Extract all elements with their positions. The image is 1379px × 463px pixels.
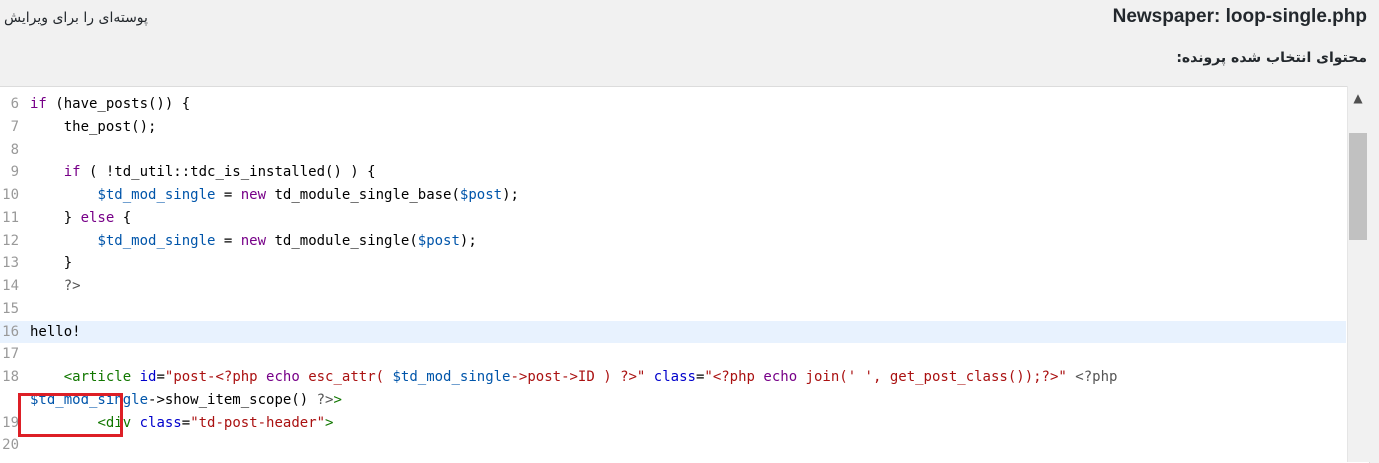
code-line[interactable]: 8 — [0, 139, 1346, 162]
code-editor[interactable]: 6 if (have_posts()) { 7 the_post(); 8 9 … — [0, 86, 1370, 463]
line-number: 8 — [10, 141, 19, 158]
code-line[interactable]: 15 — [0, 298, 1346, 321]
active-code-line[interactable]: 16 hello! — [0, 320, 1346, 344]
line-number: 17 — [2, 346, 19, 363]
line-number: 19 — [2, 414, 19, 431]
code-lines: 6 if (have_posts()) { 7 the_post(); 8 9 … — [0, 93, 1346, 457]
code-line[interactable]: 20 — [0, 434, 1346, 457]
highlight-annotation-box — [18, 393, 123, 437]
file-content-label: محتوای انتخاب شده پرونده: — [1176, 50, 1367, 66]
code-line[interactable]: 17 — [0, 343, 1346, 366]
code-line[interactable]: 6 if (have_posts()) { — [0, 93, 1346, 116]
line-text: the_post(); — [30, 118, 157, 135]
line-number: 12 — [2, 232, 19, 249]
line-text: } else { — [30, 209, 132, 226]
line-number: 6 — [10, 96, 19, 112]
code-line[interactable]: 19 <div class="td-post-header"> — [0, 412, 1346, 435]
line-text: $td_mod_single = new td_module_single($p… — [97, 232, 477, 249]
line-number: 18 — [2, 369, 19, 385]
line-text: } — [30, 255, 73, 272]
line-number: 9 — [10, 164, 19, 181]
line-text: $td_mod_single = new td_module_single_ba… — [97, 187, 519, 203]
code-line[interactable]: 9 if ( !td_util::tdc_is_installed() ) { — [0, 161, 1346, 184]
line-number: 13 — [2, 255, 19, 272]
line-number: 7 — [10, 118, 19, 135]
theme-select-label: پوسته‌ای را برای ویرایش — [4, 10, 148, 26]
line-number: 10 — [2, 187, 19, 203]
code-line[interactable]: 18 <article id="post-<?php echo esc_attr… — [0, 366, 1346, 389]
line-text: if (have_posts()) { — [30, 96, 191, 112]
code-line-continuation[interactable]: $td_mod_single->show_item_scope() ?>> — [0, 389, 1346, 412]
scrollbar-thumb[interactable] — [1349, 133, 1367, 240]
code-line[interactable]: 11 } else { — [0, 207, 1346, 230]
code-line[interactable]: 7 the_post(); — [0, 116, 1346, 139]
line-text: ?> — [30, 278, 81, 294]
file-title: Newspaper: loop-single.php — [1112, 6, 1367, 27]
line-number: 20 — [2, 437, 19, 454]
line-text: <article id="post-<?php echo esc_attr( $… — [63, 369, 1118, 385]
line-number: 14 — [2, 278, 19, 294]
line-number: 16 — [2, 323, 19, 340]
code-line[interactable]: 12 $td_mod_single = new td_module_single… — [0, 230, 1346, 253]
code-line[interactable]: 13 } — [0, 252, 1346, 275]
line-text: if ( !td_util::tdc_is_installed() ) { — [63, 164, 376, 181]
line-text: hello! — [30, 323, 81, 340]
line-number: 15 — [2, 300, 19, 317]
scroll-up-icon[interactable]: ▲ — [1347, 86, 1369, 110]
line-number: 11 — [2, 209, 19, 226]
code-line[interactable]: 14 ?> — [0, 275, 1346, 298]
code-line[interactable]: 10 $td_mod_single = new td_module_single… — [0, 184, 1346, 207]
